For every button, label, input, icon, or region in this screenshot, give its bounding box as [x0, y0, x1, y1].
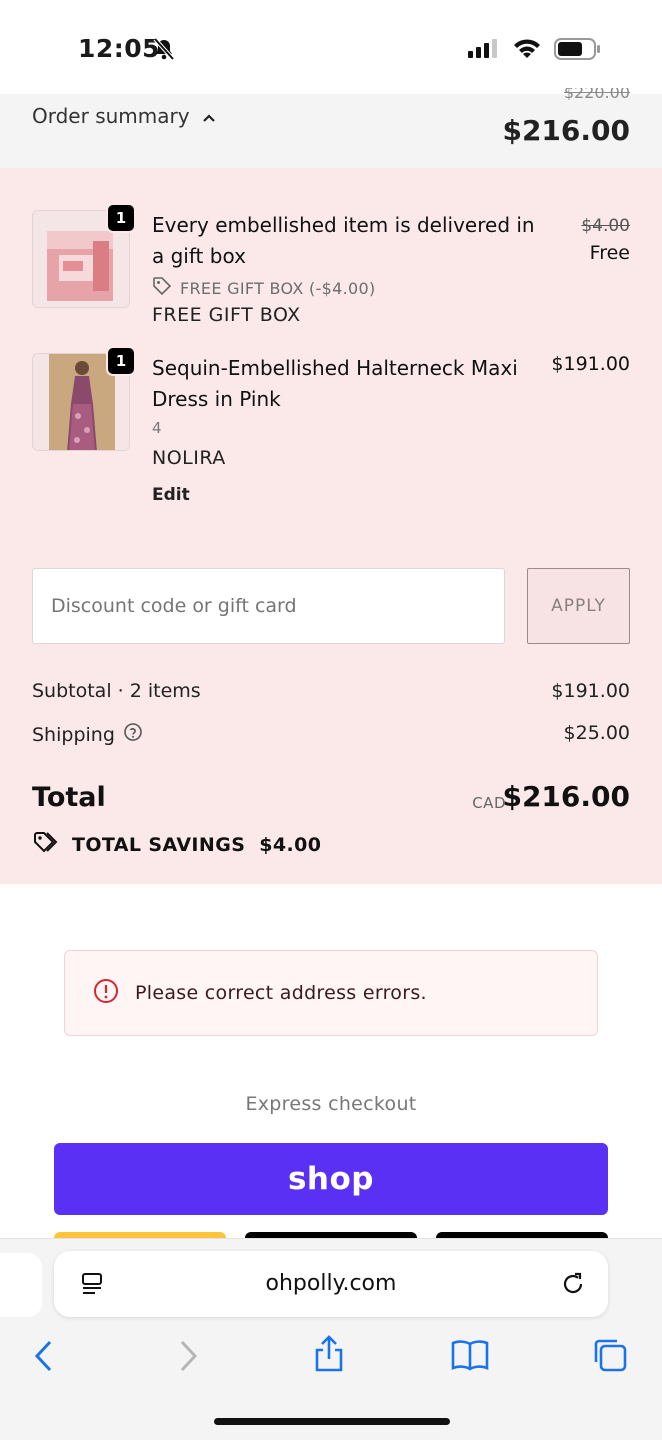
- status-bar: 12:05: [0, 0, 662, 94]
- shop-pay-label: shop: [287, 1161, 374, 1197]
- item-title: Every embellished item is delivered in a…: [152, 213, 535, 268]
- tag-icon: [152, 276, 172, 300]
- quantity-badge: 1: [106, 203, 136, 233]
- original-total: $220.00: [563, 88, 630, 100]
- savings-tag-icon: [32, 830, 58, 859]
- item-original-price: $4.00: [581, 216, 630, 236]
- order-summary-panel: 1 Every embellished item is delivered in…: [0, 168, 662, 884]
- address-bar[interactable]: ohpolly.com: [54, 1251, 608, 1317]
- order-summary-header[interactable]: Order summary $220.00 $216.00: [0, 88, 662, 168]
- discount-text: FREE GIFT BOX (-$4.00): [180, 278, 376, 298]
- edit-link[interactable]: Edit: [152, 485, 190, 505]
- total-label: Total: [32, 782, 106, 813]
- order-summary-toggle[interactable]: Order summary: [32, 104, 216, 128]
- back-icon[interactable]: [32, 1339, 56, 1377]
- shipping-label: Shipping: [32, 723, 115, 746]
- shipping-value: $25.00: [563, 722, 630, 744]
- help-icon[interactable]: [123, 722, 143, 747]
- item-variant: 4: [152, 419, 162, 437]
- item-meta: NOLIRA: [152, 447, 226, 469]
- url-text: ohpolly.com: [265, 1271, 397, 1296]
- tabs-icon[interactable]: [592, 1337, 628, 1377]
- error-message: Please correct address errors.: [135, 982, 427, 1004]
- error-icon: [93, 978, 119, 1008]
- home-indicator: [214, 1418, 450, 1425]
- total-row: Total CAD $216.00: [32, 780, 630, 820]
- address-error-banner: Please correct address errors.: [64, 950, 598, 1036]
- item-title: Sequin-Embellished Halterneck Maxi Dress…: [152, 356, 518, 411]
- total-savings-row: TOTAL SAVINGS $4.00: [32, 830, 321, 859]
- express-checkout-label: Express checkout: [245, 1093, 417, 1115]
- savings-value: $4.00: [259, 833, 322, 856]
- discount-code-input[interactable]: [32, 568, 505, 644]
- chevron-up-icon: [202, 104, 216, 128]
- quantity-badge: 1: [106, 346, 136, 376]
- line-item: 1 Every embellished item is delivered in…: [32, 203, 630, 330]
- bookmarks-icon[interactable]: [450, 1339, 490, 1375]
- subtotal-value: $191.00: [551, 680, 630, 702]
- reload-icon[interactable]: [560, 1271, 586, 1301]
- forward-icon[interactable]: [176, 1339, 200, 1377]
- shipping-row: Shipping $25.00: [32, 722, 630, 747]
- bell-muted-icon: [152, 37, 176, 64]
- status-time: 12:05: [78, 34, 161, 63]
- wifi-icon: [512, 36, 542, 64]
- browser-toolbar: ohpolly.com: [0, 1238, 662, 1440]
- share-icon[interactable]: [312, 1335, 346, 1377]
- signal-icon: [468, 38, 500, 62]
- discount-line: FREE GIFT BOX (-$4.00): [152, 276, 376, 300]
- line-item: 1 Sequin-Embellished Halterneck Maxi Dre…: [32, 346, 630, 513]
- summary-total: $216.00: [502, 114, 630, 147]
- item-meta: FREE GIFT BOX: [152, 304, 301, 326]
- previous-tab-peek[interactable]: [0, 1253, 42, 1317]
- apply-button[interactable]: APPLY: [527, 568, 630, 644]
- shop-pay-button[interactable]: shop: [54, 1143, 608, 1215]
- savings-label: TOTAL SAVINGS: [72, 833, 246, 856]
- subtotal-row: Subtotal · 2 items $191.00: [32, 680, 630, 702]
- battery-icon: [554, 38, 602, 64]
- total-currency: CAD: [472, 794, 506, 812]
- item-price: $191.00: [551, 353, 630, 375]
- order-summary-label: Order summary: [32, 104, 190, 128]
- total-amount: $216.00: [502, 780, 630, 813]
- subtotal-label: Subtotal · 2 items: [32, 680, 201, 702]
- item-price: Free: [589, 242, 630, 264]
